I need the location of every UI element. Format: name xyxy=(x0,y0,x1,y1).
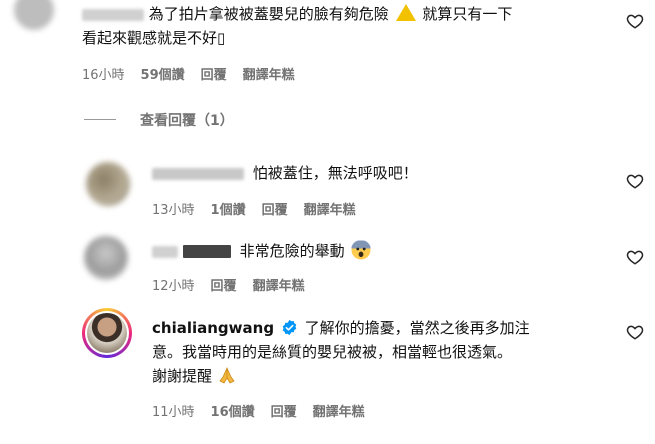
reply-text-line1: 了解你的擔憂，當然之後再多加注 xyxy=(304,319,530,337)
avatar[interactable] xyxy=(14,0,54,30)
likes-count[interactable]: 16個讚 xyxy=(211,401,255,420)
verified-badge-icon xyxy=(282,319,297,336)
translate-button[interactable]: 翻譯年糕 xyxy=(253,275,305,294)
reply-meta: 12小時 回覆 翻譯年糕 xyxy=(152,275,321,294)
comment-meta: 16小時 59個讚 回覆 翻譯年糕 xyxy=(82,64,311,83)
redacted-username[interactable] xyxy=(182,245,231,258)
reply-time[interactable]: 12小時 xyxy=(152,275,195,294)
heart-outline-icon[interactable] xyxy=(626,172,644,190)
avatar[interactable] xyxy=(86,162,130,206)
reply-text: 怕被蓋住，無法呼吸吧！ xyxy=(252,164,418,182)
comment-text-after-icon: 就算只有一下 xyxy=(422,5,513,23)
reply-body: chialiangwang 了解你的擔憂，當然之後再多加注 意。我當時用的是絲質… xyxy=(152,316,622,388)
blurred-username[interactable] xyxy=(152,245,178,258)
fearful-face-emoji xyxy=(351,240,371,260)
reply-body: 非常危險的舉動 xyxy=(152,239,371,263)
reply-button[interactable]: 回覆 xyxy=(201,64,227,83)
reply-time[interactable]: 13小時 xyxy=(152,199,195,218)
likes-count[interactable]: 1個讚 xyxy=(211,199,246,218)
translate-button[interactable]: 翻譯年糕 xyxy=(304,199,356,218)
comment-text-line2: 看起來觀感就是不好▯ xyxy=(82,29,226,47)
reply-button[interactable]: 回覆 xyxy=(262,199,288,218)
reply-button[interactable]: 回覆 xyxy=(211,275,237,294)
view-replies-divider xyxy=(84,119,116,120)
reply-body: sere 怕被蓋住，無法呼吸吧！ xyxy=(152,161,418,185)
comment-text-line1: 為了拍片拿被被蓋嬰兒的臉有夠危險 xyxy=(148,5,389,23)
heart-outline-icon[interactable] xyxy=(626,323,644,341)
blurred-username[interactable] xyxy=(152,167,244,180)
folded-hands-emoji xyxy=(219,367,235,384)
likes-count[interactable]: 59個讚 xyxy=(141,64,185,83)
translate-button[interactable]: 翻譯年糕 xyxy=(313,401,365,420)
reply-username[interactable]: chialiangwang xyxy=(152,319,274,337)
comment-time[interactable]: 16小時 xyxy=(82,64,125,83)
heart-outline-icon[interactable] xyxy=(626,248,644,266)
warning-emoji xyxy=(395,4,416,21)
heart-outline-icon[interactable] xyxy=(626,12,644,30)
reply-text-line2: 意。我當時用的是絲質的嬰兒被被，相當輕也很透氣。 xyxy=(152,343,513,361)
avatar[interactable] xyxy=(82,308,132,358)
view-replies-button[interactable]: 查看回覆（1） xyxy=(140,110,234,130)
translate-button[interactable]: 翻譯年糕 xyxy=(243,64,295,83)
reply-button[interactable]: 回覆 xyxy=(271,401,297,420)
comment-body: 為了拍片拿被被蓋嬰兒的臉有夠危險 就算只有一下 看起來觀感就是不好▯ xyxy=(82,2,602,50)
reply-time[interactable]: 11小時 xyxy=(152,401,195,420)
blurred-username[interactable] xyxy=(82,8,144,21)
reply-text-line3: 謝謝提醒 xyxy=(152,367,213,385)
avatar[interactable] xyxy=(84,236,128,280)
reply-meta: 13小時 1個讚 回覆 翻譯年糕 xyxy=(152,199,372,218)
reply-text: 非常危險的舉動 xyxy=(239,242,345,260)
reply-meta: 11小時 16個讚 回覆 翻譯年糕 xyxy=(152,401,381,420)
